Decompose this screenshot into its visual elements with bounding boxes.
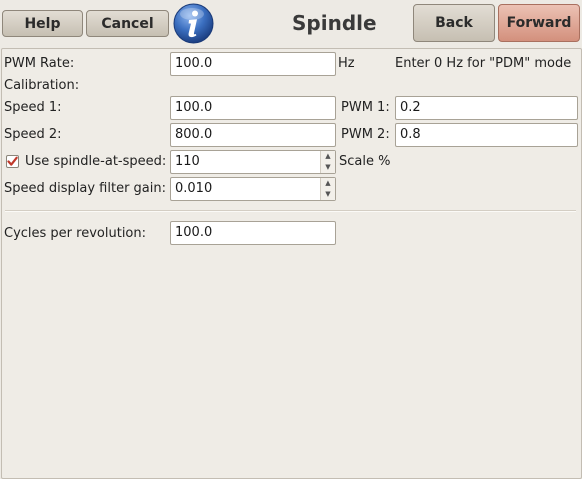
stepper-arrows[interactable]: ▲ ▼ [320,151,335,173]
pwm1-label: PWM 1: [341,100,390,115]
stepper-up-icon[interactable]: ▲ [321,178,335,189]
speed2-field[interactable]: 800.0 [170,123,336,147]
filter-gain-stepper[interactable]: 0.010 ▲ ▼ [170,177,336,201]
help-button[interactable]: Help [2,10,83,37]
page-title: Spindle [292,11,377,35]
pwm-rate-unit: Hz [338,56,355,71]
info-icon[interactable] [173,3,214,44]
stepper-down-icon[interactable]: ▼ [321,162,335,173]
checkmark-icon [7,156,18,166]
stepper-down-icon[interactable]: ▼ [321,189,335,200]
filter-gain-value: 0.010 [175,181,213,196]
cycles-per-rev-field[interactable]: 100.0 [170,221,336,245]
speed2-label: Speed 2: [4,127,62,142]
back-button[interactable]: Back [413,4,495,42]
speed1-label: Speed 1: [4,100,62,115]
pdm-mode-hint: Enter 0 Hz for "PDM" mode [395,56,572,71]
pwm2-field[interactable]: 0.8 [395,123,578,147]
pwm-rate-label: PWM Rate: [4,56,75,71]
pwm2-label: PWM 2: [341,127,390,142]
forward-button[interactable]: Forward [498,4,580,42]
cancel-button[interactable]: Cancel [86,10,169,37]
filter-gain-label: Speed display filter gain: [4,181,166,196]
stepper-up-icon[interactable]: ▲ [321,151,335,162]
spindle-at-speed-checkbox[interactable] [6,155,19,168]
pwm1-field[interactable]: 0.2 [395,96,578,120]
pwm-rate-field[interactable]: 100.0 [170,52,336,76]
cycles-per-rev-label: Cycles per revolution: [4,226,146,241]
spindle-at-speed-value: 110 [175,154,200,169]
scale-percent-unit: Scale % [339,154,391,169]
section-divider [5,210,576,212]
spindle-at-speed-label[interactable]: Use spindle-at-speed: [25,154,166,169]
calibration-heading: Calibration: [4,78,80,93]
stepper-arrows[interactable]: ▲ ▼ [320,178,335,200]
speed1-field[interactable]: 100.0 [170,96,336,120]
spindle-at-speed-stepper[interactable]: 110 ▲ ▼ [170,150,336,174]
